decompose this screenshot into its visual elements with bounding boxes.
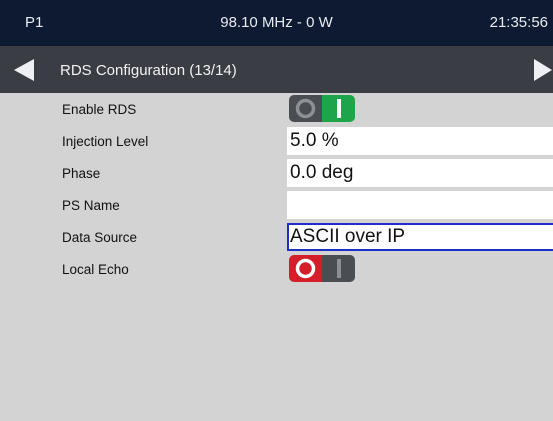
circle-icon bbox=[295, 258, 316, 279]
toggle-on-side bbox=[322, 95, 355, 122]
setting-row-data-source: Data Source ASCII over IP bbox=[0, 221, 553, 253]
toggle-on-side bbox=[322, 255, 355, 282]
setting-row-phase: Phase 0.0 deg bbox=[0, 157, 553, 189]
circle-icon bbox=[295, 98, 316, 119]
injection-level-field[interactable]: 5.0 % bbox=[287, 127, 553, 155]
setting-label: Local Echo bbox=[62, 262, 129, 277]
setting-label: Phase bbox=[62, 166, 101, 181]
enable-rds-toggle[interactable] bbox=[289, 95, 355, 122]
right-arrow-icon[interactable] bbox=[532, 56, 553, 84]
local-echo-toggle[interactable] bbox=[289, 255, 355, 282]
setting-row-local-echo: Local Echo bbox=[0, 253, 553, 285]
data-source-field[interactable]: ASCII over IP bbox=[287, 223, 553, 251]
bar-icon bbox=[337, 259, 341, 278]
setting-label: PS Name bbox=[62, 198, 120, 213]
bar-icon bbox=[337, 99, 341, 118]
ps-name-field[interactable] bbox=[287, 191, 553, 219]
clock: 21:35:56 bbox=[489, 14, 548, 31]
frequency-power-readout: 98.10 MHz - 0 W bbox=[220, 14, 333, 31]
setting-row-injection-level: Injection Level 5.0 % bbox=[0, 125, 553, 157]
setting-row-ps-name: PS Name bbox=[0, 189, 553, 221]
status-bar: P1 98.10 MHz - 0 W 21:35:56 bbox=[0, 0, 553, 46]
phase-field[interactable]: 0.0 deg bbox=[287, 159, 553, 187]
setting-label: Enable RDS bbox=[62, 102, 137, 117]
toggle-off-side bbox=[289, 255, 322, 282]
setting-label: Data Source bbox=[62, 230, 138, 245]
page-title: RDS Configuration (13/14) bbox=[60, 62, 237, 79]
setting-row-enable-rds: Enable RDS bbox=[0, 93, 553, 125]
device-screen: P1 98.10 MHz - 0 W 21:35:56 RDS Configur… bbox=[0, 0, 553, 421]
left-arrow-icon[interactable] bbox=[12, 56, 40, 84]
page-navigation-bar: RDS Configuration (13/14) bbox=[0, 46, 553, 93]
toggle-off-side bbox=[289, 95, 322, 122]
setting-label: Injection Level bbox=[62, 134, 149, 149]
